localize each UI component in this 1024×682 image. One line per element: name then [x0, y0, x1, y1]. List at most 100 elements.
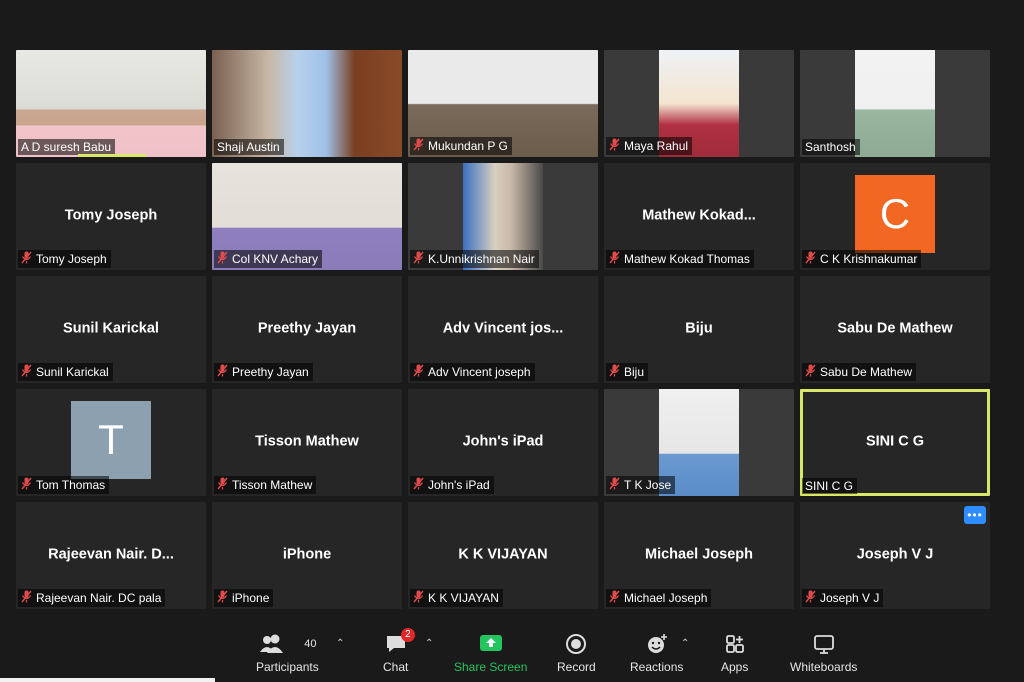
participant-nameplate: Adv Vincent joseph: [410, 363, 535, 381]
participant-name: Michael Joseph: [624, 591, 708, 605]
participants-label: Participants: [256, 660, 319, 674]
participants-button[interactable]: 40 Participants: [256, 632, 319, 674]
participant-tile[interactable]: iPhone iPhone: [212, 502, 402, 609]
participant-nameplate: Tisson Mathew: [214, 476, 317, 494]
share-screen-button[interactable]: Share Screen: [454, 632, 527, 674]
participant-name: Sunil Karickal: [36, 365, 109, 379]
participant-tile[interactable]: Sunil Karickal Sunil Karickal: [16, 276, 206, 383]
reactions-caret-icon[interactable]: ⌃: [681, 638, 689, 649]
participant-nameplate: Mukundan P G: [410, 137, 512, 155]
mic-muted-icon: [413, 138, 424, 154]
participant-name: Mathew Kokad Thomas: [624, 252, 750, 266]
participant-tile[interactable]: Michael Joseph Michael Joseph: [604, 502, 794, 609]
participant-avatar: T: [71, 401, 151, 479]
participant-tile[interactable]: Adv Vincent jos... Adv Vincent joseph: [408, 276, 598, 383]
record-button[interactable]: Record: [557, 632, 596, 674]
participant-nameplate: SINI C G: [802, 478, 858, 494]
participant-name: Biju: [624, 365, 645, 379]
participant-nameplate: Tom Thomas: [18, 476, 110, 494]
participant-tile[interactable]: Joseph V J Joseph V J •••: [800, 502, 990, 609]
participant-nameplate: Tomy Joseph: [18, 250, 111, 268]
participant-tile[interactable]: A D suresh Babu: [16, 50, 206, 157]
participant-tile[interactable]: K.Unnikrishnan Nair: [408, 163, 598, 270]
participant-nameplate: K.Unnikrishnan Nair: [410, 250, 539, 268]
participant-display-name: Joseph V J: [856, 545, 934, 562]
mic-muted-icon: [217, 251, 228, 267]
participant-nameplate: Santhosh: [802, 139, 860, 155]
more-options-icon[interactable]: •••: [964, 506, 986, 524]
participant-tile[interactable]: T K Jose: [604, 389, 794, 496]
participant-nameplate: Sunil Karickal: [18, 363, 113, 381]
participant-tile[interactable]: Biju Biju: [604, 276, 794, 383]
participant-tile[interactable]: Mukundan P G: [408, 50, 598, 157]
participant-display-name: Tisson Mathew: [255, 432, 359, 449]
mic-muted-icon: [21, 477, 32, 493]
participant-tile[interactable]: Rajeevan Nair. D... Rajeevan Nair. DC pal…: [16, 502, 206, 609]
participant-tile[interactable]: Santhosh: [800, 50, 990, 157]
participant-name: Maya Rahul: [624, 139, 689, 153]
participant-tile[interactable]: Tisson Mathew Tisson Mathew: [212, 389, 402, 496]
participant-tile[interactable]: Sabu De Mathew Sabu De Mathew: [800, 276, 990, 383]
participant-nameplate: Mathew Kokad Thomas: [606, 250, 754, 268]
participant-tile[interactable]: K K VIJAYAN K K VIJAYAN: [408, 502, 598, 609]
reactions-button[interactable]: Reactions: [630, 632, 683, 674]
participant-tile[interactable]: Preethy Jayan Preethy Jayan: [212, 276, 402, 383]
participant-name: K.Unnikrishnan Nair: [428, 252, 535, 266]
apps-button[interactable]: Apps: [721, 632, 748, 674]
participant-name: Adv Vincent joseph: [428, 365, 531, 379]
participant-tile[interactable]: Tomy Joseph Tomy Joseph: [16, 163, 206, 270]
participant-tile[interactable]: SINI C G SINI C G: [800, 389, 990, 496]
participant-name: Tomy Joseph: [36, 252, 107, 266]
participant-tile[interactable]: John's iPad John's iPad: [408, 389, 598, 496]
participant-display-name: John's iPad: [462, 432, 544, 449]
whiteboards-button[interactable]: Whiteboards: [790, 632, 857, 674]
participant-name: A D suresh Babu: [21, 140, 112, 154]
participant-nameplate: Michael Joseph: [606, 589, 712, 607]
mic-muted-icon: [21, 364, 32, 380]
chat-label: Chat: [383, 660, 409, 674]
share-screen-label: Share Screen: [454, 660, 528, 674]
mic-muted-icon: [413, 590, 424, 606]
participant-tile[interactable]: Mathew Kokad... Mathew Kokad Thomas: [604, 163, 794, 270]
participant-nameplate: C K Krishnakumar: [802, 250, 922, 268]
participant-display-name: Adv Vincent jos...: [442, 319, 564, 336]
participant-tile[interactable]: T Tom Thomas: [16, 389, 206, 496]
participants-icon: 40: [258, 632, 316, 656]
participant-name: Sabu De Mathew: [820, 365, 913, 379]
mic-muted-icon: [413, 477, 424, 493]
share-screen-icon: [479, 632, 503, 656]
participant-nameplate: Maya Rahul: [606, 137, 693, 155]
participant-display-name: Rajeevan Nair. D...: [48, 545, 174, 562]
participants-caret-icon[interactable]: ⌃: [336, 638, 344, 649]
chat-button[interactable]: 2 Chat: [383, 628, 415, 674]
participants-count: 40: [304, 638, 317, 650]
participant-nameplate: Col KNV Achary: [214, 250, 323, 268]
participant-name: K K VIJAYAN: [428, 591, 499, 605]
participant-tile[interactable]: Maya Rahul: [604, 50, 794, 157]
reactions-icon: [645, 632, 669, 656]
mic-muted-icon: [217, 477, 228, 493]
participant-display-name: iPhone: [282, 545, 332, 562]
participant-display-name: Biju: [685, 319, 713, 336]
participant-tile[interactable]: CC K Krishnakumar: [800, 163, 990, 270]
chat-icon: 2: [385, 628, 415, 656]
mic-muted-icon: [609, 590, 620, 606]
participant-tile[interactable]: Col KNV Achary: [212, 163, 402, 270]
mic-muted-icon: [21, 251, 32, 267]
mic-muted-icon: [609, 477, 620, 493]
chat-caret-icon[interactable]: ⌃: [425, 638, 433, 649]
record-label: Record: [557, 660, 596, 674]
participant-video: [855, 50, 935, 157]
participant-tile[interactable]: Shaji Austin: [212, 50, 402, 157]
participant-nameplate: Biju: [606, 363, 649, 381]
mic-muted-icon: [21, 590, 32, 606]
participant-nameplate: K K VIJAYAN: [410, 589, 503, 607]
participant-name: John's iPad: [428, 478, 490, 492]
participant-name: SINI C G: [805, 479, 854, 493]
participant-nameplate: iPhone: [214, 589, 274, 607]
participant-grid: A D suresh Babu Shaji Austin Mukundan P G M…: [16, 50, 992, 609]
participant-name: Shaji Austin: [217, 140, 280, 154]
window-edge-strip: [0, 678, 215, 682]
participant-name: C K Krishnakumar: [820, 252, 918, 266]
whiteboards-label: Whiteboards: [790, 660, 858, 674]
